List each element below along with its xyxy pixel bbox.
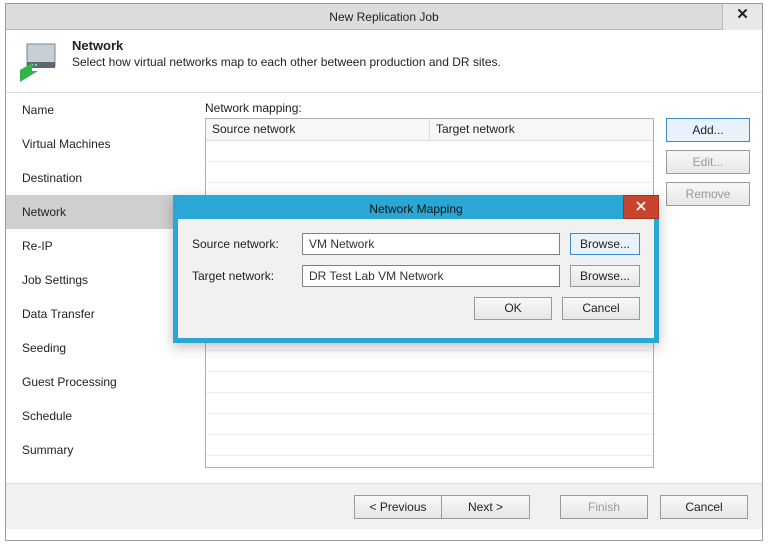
source-network-input[interactable]: VM Network bbox=[302, 233, 560, 255]
finish-button[interactable]: Finish bbox=[560, 495, 648, 519]
wizard-sidebar: Name Virtual Machines Destination Networ… bbox=[6, 93, 191, 483]
table-row[interactable] bbox=[206, 414, 653, 435]
sidebar-item-summary[interactable]: Summary bbox=[6, 433, 191, 467]
table-row[interactable] bbox=[206, 393, 653, 414]
table-row[interactable] bbox=[206, 372, 653, 393]
sidebar-item-seeding[interactable]: Seeding bbox=[6, 331, 191, 365]
dialog-title-bar: Network Mapping bbox=[173, 195, 659, 219]
next-button[interactable]: Next > bbox=[442, 495, 530, 519]
sidebar-item-virtual-machines[interactable]: Virtual Machines bbox=[6, 127, 191, 161]
target-browse-button[interactable]: Browse... bbox=[570, 265, 640, 287]
dialog-cancel-button[interactable]: Cancel bbox=[562, 297, 640, 320]
table-header: Source network Target network bbox=[206, 119, 653, 141]
wizard-footer: < Previous Next > Finish Cancel bbox=[6, 483, 762, 529]
dialog-title: Network Mapping bbox=[173, 195, 659, 223]
sidebar-item-network[interactable]: Network bbox=[6, 195, 191, 229]
network-mapping-dialog: Network Mapping Source network: VM Netwo… bbox=[173, 195, 659, 343]
sidebar-item-data-transfer[interactable]: Data Transfer bbox=[6, 297, 191, 331]
sidebar-item-destination[interactable]: Destination bbox=[6, 161, 191, 195]
close-button[interactable]: ✕ bbox=[722, 4, 762, 30]
title-bar: New Replication Job ✕ bbox=[6, 4, 762, 30]
sidebar-item-re-ip[interactable]: Re-IP bbox=[6, 229, 191, 263]
sidebar-item-job-settings[interactable]: Job Settings bbox=[6, 263, 191, 297]
source-browse-button[interactable]: Browse... bbox=[570, 233, 640, 255]
add-button[interactable]: Add... bbox=[666, 118, 750, 142]
window-title: New Replication Job bbox=[6, 4, 762, 30]
header-desc: Select how virtual networks map to each … bbox=[72, 55, 750, 69]
table-row[interactable] bbox=[206, 162, 653, 183]
table-label: Network mapping: bbox=[205, 101, 750, 115]
target-network-label: Target network: bbox=[192, 269, 296, 283]
ok-button[interactable]: OK bbox=[474, 297, 552, 320]
target-network-input[interactable]: DR Test Lab VM Network bbox=[302, 265, 560, 287]
prev-button[interactable]: < Previous bbox=[354, 495, 442, 519]
close-icon bbox=[634, 202, 648, 216]
header-text: Network Select how virtual networks map … bbox=[72, 38, 750, 82]
header-title: Network bbox=[72, 38, 750, 53]
table-row[interactable] bbox=[206, 435, 653, 456]
cancel-button[interactable]: Cancel bbox=[660, 495, 748, 519]
col-target-network[interactable]: Target network bbox=[430, 119, 653, 141]
network-icon bbox=[18, 40, 60, 82]
dialog-close-button[interactable] bbox=[623, 195, 659, 219]
table-row[interactable] bbox=[206, 351, 653, 372]
remove-button[interactable]: Remove bbox=[666, 182, 750, 206]
table-row[interactable] bbox=[206, 141, 653, 162]
col-source-network[interactable]: Source network bbox=[206, 119, 430, 141]
sidebar-item-guest-processing[interactable]: Guest Processing bbox=[6, 365, 191, 399]
sidebar-item-name[interactable]: Name bbox=[6, 93, 191, 127]
source-network-label: Source network: bbox=[192, 237, 296, 251]
wizard-header: Network Select how virtual networks map … bbox=[6, 30, 762, 93]
edit-button[interactable]: Edit... bbox=[666, 150, 750, 174]
sidebar-item-schedule[interactable]: Schedule bbox=[6, 399, 191, 433]
table-buttons: Add... Edit... Remove bbox=[666, 118, 750, 468]
